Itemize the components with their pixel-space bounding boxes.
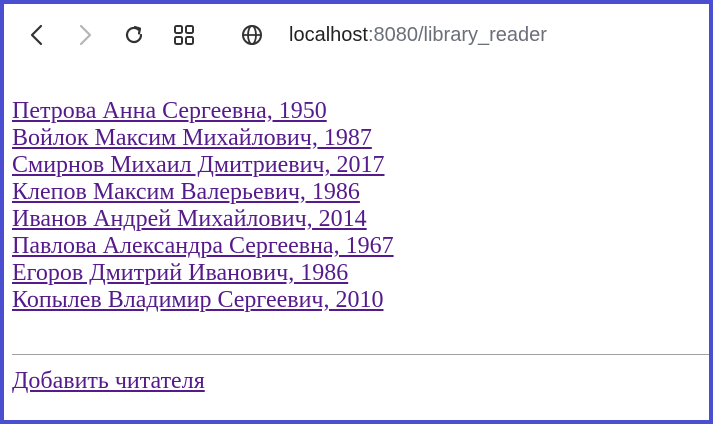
add-reader-section: Добавить читателя [12,368,205,395]
list-item: Павлова Александра Сергеевна, 1967 [12,233,707,260]
reader-link[interactable]: Клепов Максим Валерьевич, 1986 [12,179,360,205]
reader-link[interactable]: Войлок Максим Михайлович, 1987 [12,125,372,151]
page-content: Петрова Анна Сергеевна, 1950 Войлок Макс… [12,98,707,314]
reader-link[interactable]: Копылев Владимир Сергеевич, 2010 [12,287,384,313]
address-bar[interactable]: localhost:8080/library_reader [289,23,547,47]
reader-link[interactable]: Иванов Андрей Михайлович, 2014 [12,206,367,232]
reload-button[interactable] [119,20,149,50]
tab-grid-icon [174,25,194,45]
reload-icon [125,25,143,44]
url-path: :8080/library_reader [367,24,547,46]
reader-link[interactable]: Павлова Александра Сергеевна, 1967 [12,233,394,259]
reader-list: Петрова Анна Сергеевна, 1950 Войлок Макс… [12,98,707,314]
add-reader-link[interactable]: Добавить читателя [12,368,205,394]
forward-button[interactable] [70,20,100,50]
forward-arrow-icon [79,24,92,46]
reader-link[interactable]: Петрова Анна Сергеевна, 1950 [12,98,327,124]
list-item: Войлок Максим Михайлович, 1987 [12,125,707,152]
back-arrow-icon [30,24,43,46]
list-item: Петрова Анна Сергеевна, 1950 [12,98,707,125]
reader-link[interactable]: Егоров Дмитрий Иванович, 1986 [12,260,348,286]
tabs-button[interactable] [169,20,199,50]
globe-icon [242,25,262,45]
url-host: localhost [289,24,368,46]
browser-toolbar: localhost:8080/library_reader [8,8,705,62]
list-item: Клепов Максим Валерьевич, 1986 [12,179,707,206]
divider [12,354,709,355]
list-item: Иванов Андрей Михайлович, 2014 [12,206,707,233]
list-item: Копылев Владимир Сергеевич, 2010 [12,287,707,314]
back-button[interactable] [22,20,52,50]
site-info-button[interactable] [237,20,267,50]
list-item: Егоров Дмитрий Иванович, 1986 [12,260,707,287]
reader-link[interactable]: Смирнов Михаил Дмитриевич, 2017 [12,152,384,178]
list-item: Смирнов Михаил Дмитриевич, 2017 [12,152,707,179]
